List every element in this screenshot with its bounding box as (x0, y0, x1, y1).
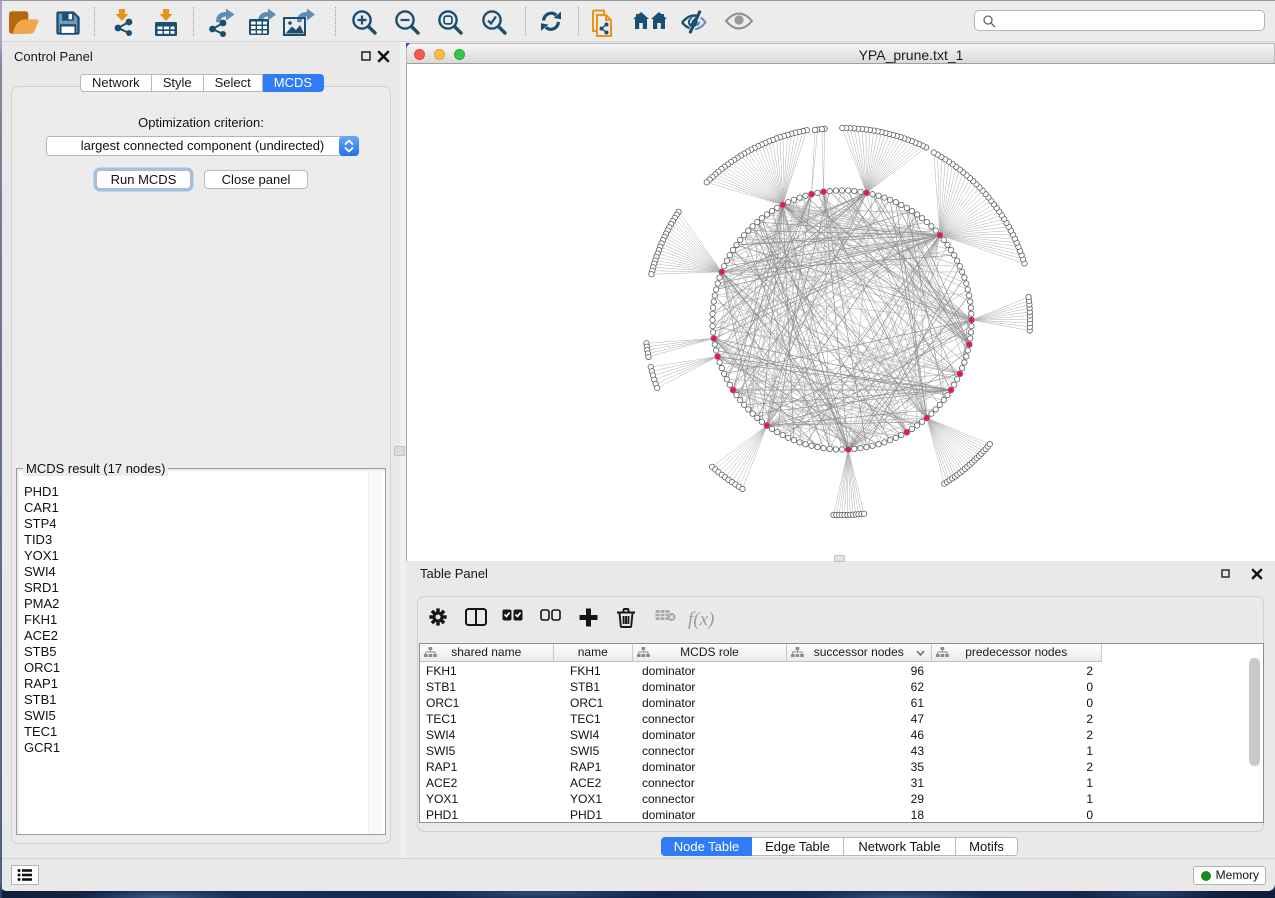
svg-text:f(x): f(x) (688, 609, 714, 630)
